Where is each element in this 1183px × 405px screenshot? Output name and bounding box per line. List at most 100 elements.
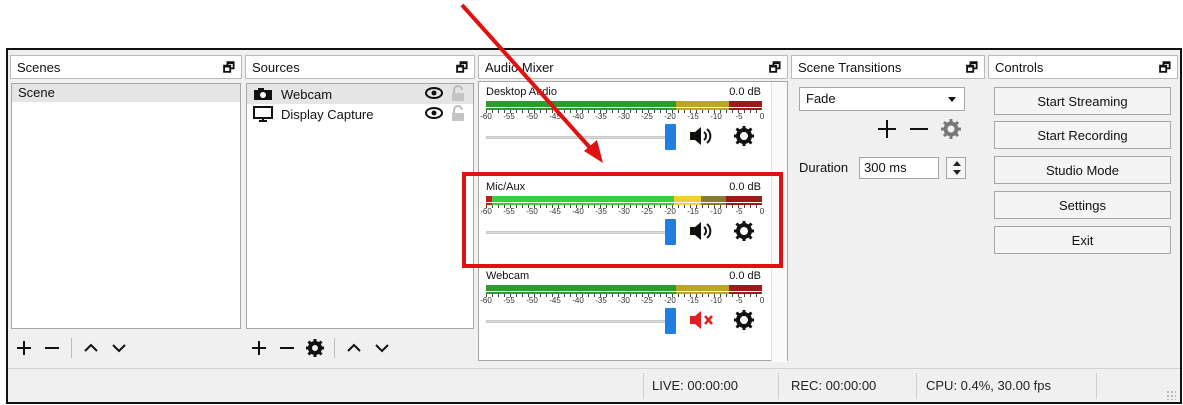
lock-icon[interactable] [451,105,465,121]
sources-toolbar [246,333,474,363]
sources-title: Sources [252,60,300,75]
channel-name: Webcam [486,270,530,282]
meter-scale-label: -20 [664,296,676,305]
sources-panel-header: Sources 🗗 [245,55,475,79]
meter-scale-label: -30 [618,296,630,305]
muted-speaker-icon[interactable] [688,309,716,331]
channel-level: 0.0 dB [729,270,761,282]
duration-spinner[interactable] [946,157,966,179]
gear-icon [306,339,324,357]
toolbar-divider [334,338,335,358]
visibility-eye-icon[interactable] [425,87,443,99]
chevron-down-icon [112,344,126,353]
volume-slider-handle[interactable] [665,308,676,334]
minus-icon[interactable] [909,119,929,139]
chevron-down-icon [948,97,956,102]
meter-scale: -60 -55 -50 -45 -40 -35 -30 -25 -20 -15 -10 -5 0 [480,110,765,122]
audio-mixer-panel-header: Audio Mixer 🗗 [478,55,788,79]
studio-mode-button[interactable]: Studio Mode [994,156,1171,184]
meter-scale-label: 0 [759,112,765,121]
move-scene-down-button[interactable] [110,337,128,359]
scenes-list: Scene [11,83,241,329]
float-dock-icon[interactable]: 🗗 [223,59,235,81]
remove-source-button[interactable] [278,337,296,359]
source-label: Display Capture [281,106,374,122]
meter-scale-label: -60 [480,112,492,121]
rec-timer: REC: 00:00:00 [791,378,877,393]
volume-slider-handle[interactable] [665,124,676,150]
scenes-panel: Scenes 🗗 Scene [10,55,242,366]
add-scene-button[interactable] [15,337,33,359]
scenes-title: Scenes [17,60,61,75]
plus-icon[interactable] [877,119,897,139]
source-item-webcam[interactable]: Webcam [247,84,473,104]
remove-scene-button[interactable] [43,337,61,359]
sources-list: Webcam Display Capture [246,83,474,329]
controls-panel: Controls 🗗 Start Streaming Start Recordi… [988,55,1178,366]
meter-scale-label: -40 [572,112,584,121]
gear-icon[interactable] [733,309,755,331]
status-bar: LIVE: 00:00:00 REC: 00:00:00 CPU: 0.4%, … [8,368,1180,404]
channel-level: 0.0 dB [729,86,761,98]
meter-scale-label: 0 [759,296,765,305]
plus-icon [252,341,266,355]
volume-slider-track[interactable] [486,320,671,323]
scenes-toolbar [11,333,241,363]
cpu-fps-readout: CPU: 0.4%, 30.00 fps [926,378,1052,393]
scenes-panel-header: Scenes 🗗 [10,55,242,79]
source-item-display-capture[interactable]: Display Capture [247,104,473,124]
move-source-down-button[interactable] [373,337,391,359]
gear-icon[interactable] [941,119,961,139]
duration-input[interactable]: 300 ms [859,157,939,179]
meter-scale-label: -45 [549,296,561,305]
chevron-down-icon [375,344,389,353]
audio-mixer-title: Audio Mixer [485,60,554,75]
status-divider [916,373,917,399]
channel-name: Desktop Audio [486,86,557,98]
float-dock-icon[interactable]: 🗗 [456,59,468,81]
source-properties-button[interactable] [306,337,324,359]
visibility-eye-icon[interactable] [425,107,443,119]
meter-scale-label: -15 [687,112,699,121]
float-dock-icon[interactable]: 🗗 [769,59,781,81]
meter-scale-label: -5 [735,112,743,121]
gear-icon[interactable] [733,125,755,147]
meter-scale-label: -50 [526,112,538,121]
minus-icon [280,347,294,349]
controls-title: Controls [995,60,1044,75]
meter-scale-label: -35 [595,296,607,305]
volume-meter [486,285,762,291]
float-dock-icon[interactable]: 🗗 [1159,59,1171,81]
monitor-icon [253,106,273,122]
start-streaming-button[interactable]: Start Streaming [994,87,1171,115]
scene-transitions-panel-header: Scene Transitions 🗗 [791,55,985,79]
lock-icon[interactable] [451,85,465,101]
transition-selected: Fade [806,91,836,106]
move-scene-up-button[interactable] [82,337,100,359]
volume-slider-track[interactable] [486,136,671,139]
meter-scale-label: -20 [664,112,676,121]
mixer-channel-webcam: Webcam 0.0 dB -60 -55 -50 -45 -40 -35 -30 -25 -2… [480,268,765,356]
meter-scale-label: -5 [735,296,743,305]
resize-grip[interactable] [1166,390,1176,400]
add-source-button[interactable] [250,337,268,359]
meter-scale-label: -50 [526,296,538,305]
float-dock-icon[interactable]: 🗗 [966,59,978,81]
volume-meter [486,101,762,107]
meter-scale-label: -55 [503,296,515,305]
move-source-up-button[interactable] [345,337,363,359]
meter-scale-label: -40 [572,296,584,305]
chevron-up-icon [347,343,361,352]
meter-scale-label: -60 [480,296,492,305]
chevron-up-icon [84,343,98,352]
speaker-icon[interactable] [688,125,712,147]
meter-scale-label: -55 [503,112,515,121]
scene-item[interactable]: Scene [12,84,240,102]
meter-scale-label: -10 [710,112,722,121]
meter-scale-label: -15 [687,296,699,305]
start-recording-button[interactable]: Start Recording [994,121,1171,149]
settings-button[interactable]: Settings [994,191,1171,219]
exit-button[interactable]: Exit [994,226,1171,254]
transition-select[interactable]: Fade [799,87,965,111]
source-label: Webcam [281,86,333,102]
